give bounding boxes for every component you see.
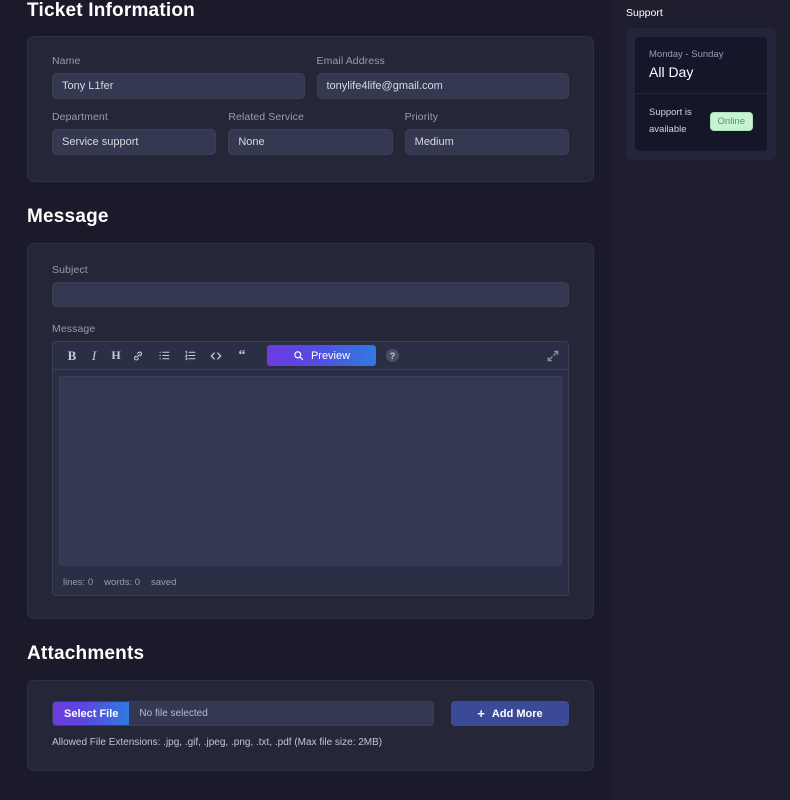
select-file-button[interactable]: Select File	[53, 702, 129, 725]
ticket-information-heading: Ticket Information	[0, 0, 612, 22]
markdown-editor: B I H	[52, 341, 569, 596]
status-lines: lines: 0	[63, 577, 93, 588]
support-days: Monday - Sunday	[649, 49, 753, 60]
attachments-section: Attachments Select File No file selected…	[0, 643, 612, 771]
attachments-card: Select File No file selected + Add More …	[27, 680, 594, 771]
support-card-inner: Monday - Sunday All Day Support is avail…	[635, 37, 767, 151]
field-label-name: Name	[52, 55, 305, 67]
field-label-related-service: Related Service	[228, 111, 392, 123]
editor-toolbar: B I H	[53, 342, 568, 370]
bold-icon[interactable]: B	[63, 346, 81, 366]
status-saved: saved	[151, 577, 176, 588]
support-sidebar: Support Monday - Sunday All Day Support …	[612, 0, 790, 800]
message-textarea[interactable]	[59, 376, 562, 566]
ticket-row-2: Department Service support Related Servi…	[52, 111, 569, 155]
status-badge: Online	[710, 112, 753, 131]
attachments-heading: Attachments	[0, 643, 612, 665]
field-label-department: Department	[52, 111, 216, 123]
name-input[interactable]: Tony L1fer	[52, 73, 305, 99]
editor-status-bar: lines: 0 words: 0 saved	[53, 572, 568, 595]
field-label-priority: Priority	[405, 111, 569, 123]
message-section: Message Subject Message B I H	[0, 206, 612, 619]
field-related-service: Related Service None	[228, 111, 392, 155]
ordered-list-icon[interactable]	[181, 346, 199, 366]
selected-file-name: No file selected	[129, 702, 433, 725]
file-input-control[interactable]: Select File No file selected	[52, 701, 434, 726]
subject-input[interactable]	[52, 282, 569, 307]
expand-icon[interactable]	[546, 349, 560, 363]
support-hours: All Day	[649, 64, 753, 80]
editor-label: Message	[52, 323, 569, 335]
ticket-information-card: Name Tony L1fer Email Address tonylife4l…	[27, 36, 594, 182]
priority-select[interactable]: Medium	[405, 129, 569, 155]
department-select[interactable]: Service support	[52, 129, 216, 155]
field-name: Name Tony L1fer	[52, 55, 305, 99]
bullet-list-icon[interactable]	[155, 346, 173, 366]
help-icon[interactable]: ?	[386, 349, 399, 362]
main-column: Ticket Information Name Tony L1fer Email…	[0, 0, 612, 771]
support-availability-text: Support is available	[649, 105, 702, 138]
italic-icon[interactable]: I	[85, 346, 103, 366]
status-words: words: 0	[104, 577, 140, 588]
search-icon	[293, 350, 304, 361]
field-department: Department Service support	[52, 111, 216, 155]
plus-icon: +	[477, 707, 485, 720]
email-input[interactable]: tonylife4life@gmail.com	[317, 73, 570, 99]
add-more-label: Add More	[492, 708, 543, 720]
subject-label: Subject	[52, 264, 569, 276]
support-status-block: Support is available Online	[635, 94, 767, 151]
heading-icon[interactable]: H	[107, 346, 125, 366]
message-card: Subject Message B I H	[27, 243, 594, 619]
attachment-row: Select File No file selected + Add More	[52, 701, 569, 726]
quote-icon[interactable]: “	[233, 346, 251, 366]
preview-button-label: Preview	[311, 350, 350, 362]
support-hours-block: Monday - Sunday All Day	[635, 37, 767, 94]
support-ticket-page: Ticket Information Name Tony L1fer Email…	[0, 0, 790, 800]
link-icon[interactable]	[129, 346, 147, 366]
support-card: Monday - Sunday All Day Support is avail…	[626, 28, 776, 160]
ticket-row-1: Name Tony L1fer Email Address tonylife4l…	[52, 55, 569, 99]
preview-button[interactable]: Preview	[267, 345, 376, 366]
support-title: Support	[612, 0, 790, 19]
code-icon[interactable]	[207, 346, 225, 366]
allowed-extensions-note: Allowed File Extensions: .jpg, .gif, .jp…	[52, 737, 569, 748]
field-label-email: Email Address	[317, 55, 570, 67]
add-more-button[interactable]: + Add More	[451, 701, 569, 726]
field-email: Email Address tonylife4life@gmail.com	[317, 55, 570, 99]
related-service-select[interactable]: None	[228, 129, 392, 155]
message-heading: Message	[0, 206, 612, 228]
field-priority: Priority Medium	[405, 111, 569, 155]
